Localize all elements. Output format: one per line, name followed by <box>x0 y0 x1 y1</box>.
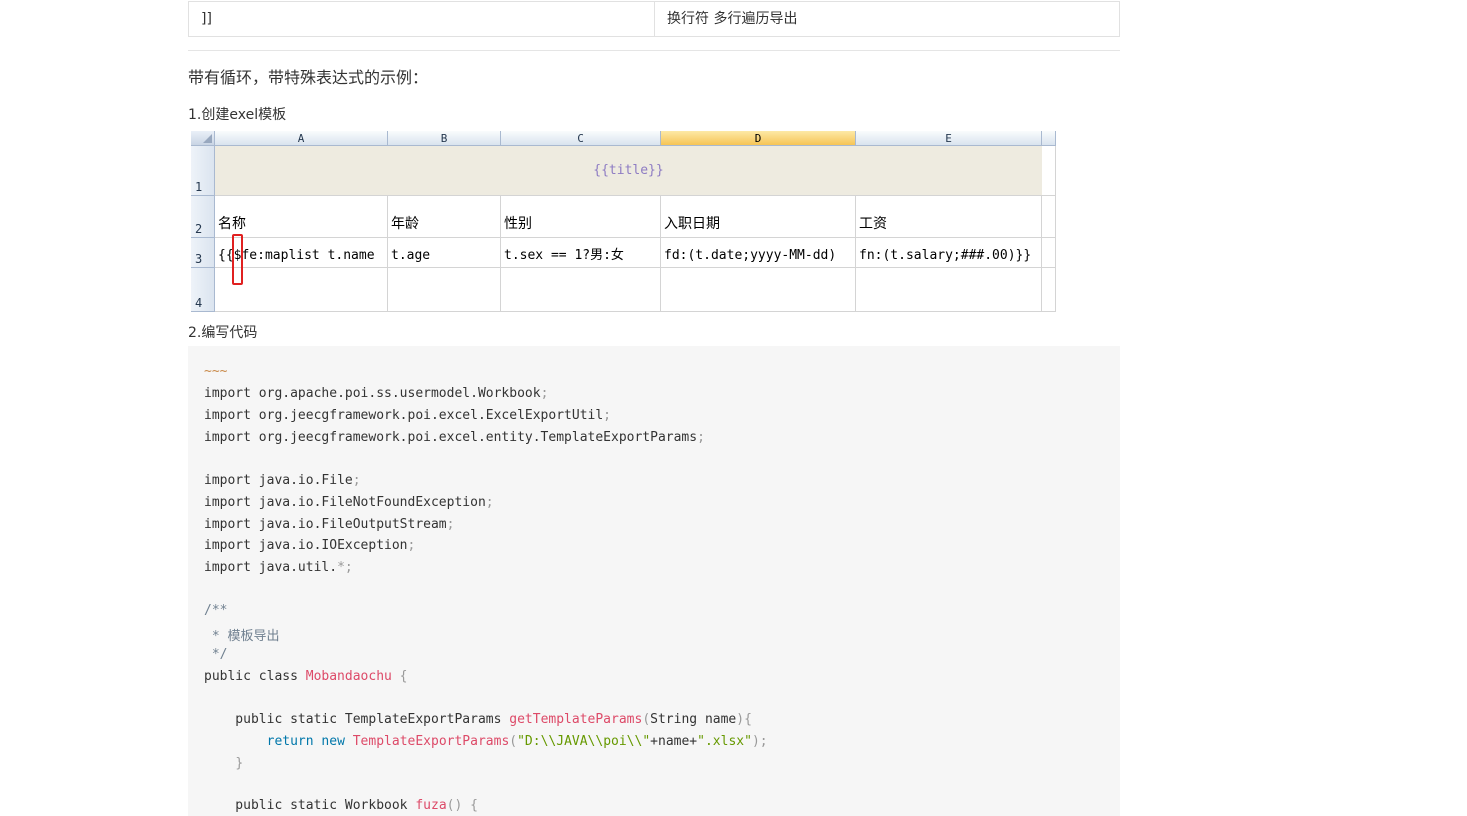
column-header-f <box>1042 131 1056 146</box>
code-line: */ <box>204 647 228 662</box>
cell-c3: t.sex == 1?男:女 <box>501 238 661 268</box>
cell-d4 <box>661 268 856 312</box>
column-header-d: D <box>661 131 856 146</box>
section-heading: 带有循环，带特殊表达式的示例： <box>188 68 429 87</box>
code-line: ~~~ <box>204 364 228 379</box>
table-cell-description: 换行符 多行遍历导出 <box>667 11 798 27</box>
step-2-label: 2.编写代码 <box>188 325 258 341</box>
column-header-c: C <box>501 131 661 146</box>
param-table-row: ]] 换行符 多行遍历导出 <box>188 1 1120 37</box>
row-header-1: 1 <box>191 146 215 196</box>
divider <box>188 50 1120 51</box>
column-header-e: E <box>856 131 1042 146</box>
code-line: * 模板导出 <box>204 629 280 644</box>
code-line: /** <box>204 603 228 618</box>
code-line: public static Workbook fuza() { <box>204 798 478 813</box>
column-header-b: B <box>388 131 501 146</box>
cell <box>1042 146 1056 196</box>
cell-b3: t.age <box>388 238 501 268</box>
code-line: import java.io.File; <box>204 473 361 488</box>
code-line: } <box>235 756 244 771</box>
code-line: import org.jeecgframework.poi.excel.enti… <box>204 430 705 445</box>
cell <box>1042 268 1056 312</box>
cell <box>1042 238 1056 268</box>
cell-b4 <box>388 268 501 312</box>
cell <box>1042 196 1056 238</box>
code-block: ~~~ import org.apache.poi.ss.usermodel.W… <box>188 346 1120 816</box>
cell-c2: 性别 <box>501 196 661 238</box>
cell-d2: 入职日期 <box>661 196 856 238</box>
code-line: public static TemplateExportParams getTe… <box>204 712 752 727</box>
code-line: import java.util.*; <box>204 560 353 575</box>
excel-template-image: A B C D E 1 2 3 4 {{title}} 名称 年龄 性别 入职日… <box>191 131 1056 312</box>
title-cell: {{title}} <box>215 146 1042 196</box>
row-header-4: 4 <box>191 268 215 312</box>
cell-e3: fn:(t.salary;###.00)}} <box>856 238 1042 268</box>
highlight-box <box>232 234 243 285</box>
cell-d3: fd:(t.date;yyyy-MM-dd) <box>661 238 856 268</box>
cell-c4 <box>501 268 661 312</box>
row-header-2: 2 <box>191 196 215 238</box>
code-line: public class Mobandaochu { <box>204 669 408 684</box>
row-header-3: 3 <box>191 238 215 268</box>
step-1-label: 1.创建exel模板 <box>188 107 287 123</box>
code-line: import org.apache.poi.ss.usermodel.Workb… <box>204 386 549 401</box>
cell-e4 <box>856 268 1042 312</box>
cell-a2: 名称 <box>215 196 388 238</box>
code-line: return new TemplateExportParams("D:\\JAV… <box>266 734 768 749</box>
select-all-corner <box>191 131 215 146</box>
cell-b2: 年龄 <box>388 196 501 238</box>
code-line: import java.io.IOException; <box>204 538 416 553</box>
table-cell-symbol: ]] <box>189 2 655 36</box>
corner-triangle-icon <box>203 134 212 143</box>
cell-e2: 工资 <box>856 196 1042 238</box>
code-line: import org.jeecgframework.poi.excel.Exce… <box>204 408 611 423</box>
code-line: import java.io.FileOutputStream; <box>204 517 455 532</box>
column-header-a: A <box>215 131 388 146</box>
code-line: import java.io.FileNotFoundException; <box>204 495 494 510</box>
